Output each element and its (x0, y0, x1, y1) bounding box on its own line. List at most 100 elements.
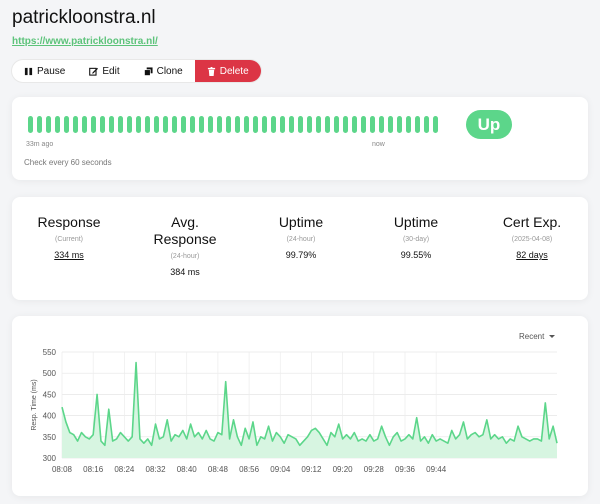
heartbeat-beat (406, 116, 411, 133)
clone-button-label: Clone (156, 65, 183, 77)
y-tick-label: 550 (43, 348, 57, 357)
heartbeat-beat (325, 116, 330, 133)
stat-title: Response (37, 214, 101, 230)
x-tick-label: 08:56 (239, 465, 260, 474)
heartbeat-beat (289, 116, 294, 133)
delete-button[interactable]: Delete (194, 60, 261, 82)
heartbeat-beat (82, 116, 87, 133)
x-tick-label: 08:40 (177, 465, 198, 474)
heartbeat-beat (253, 116, 258, 133)
x-tick-label: 08:24 (114, 465, 135, 474)
heartbeat-beat (307, 116, 312, 133)
heartbeat-beat (55, 116, 60, 133)
clone-icon (143, 66, 153, 76)
y-tick-label: 400 (43, 412, 57, 421)
monitor-title: patrickloonstra.nl (12, 7, 156, 28)
heartbeat-beat (388, 116, 393, 133)
heartbeat-beat (361, 116, 366, 133)
edit-button-label: Edit (102, 65, 120, 77)
y-tick-label: 500 (43, 369, 57, 378)
pause-button-label: Pause (37, 65, 66, 77)
heartbeat-beat (343, 116, 348, 133)
check-interval-text: Check every 60 seconds (24, 158, 112, 167)
heartbeat-beat (37, 116, 42, 133)
heartbeat-beat (163, 116, 168, 133)
heartbeat-bar (28, 116, 438, 133)
stat-value-link[interactable]: 334 ms (9, 250, 129, 260)
heartbeat-card (12, 97, 588, 180)
heartbeat-beat (172, 116, 177, 133)
heartbeat-beat (235, 116, 240, 133)
y-tick-label: 450 (43, 390, 57, 399)
stat-uptime-24h: Uptime (24-hour) 99.79% (241, 214, 361, 260)
stat-value: 99.79% (285, 250, 317, 260)
heartbeat-beat (298, 116, 303, 133)
x-tick-label: 08:48 (208, 465, 229, 474)
heartbeat-beat (91, 116, 96, 133)
heartbeat-beat (145, 116, 150, 133)
heartbeat-beat (136, 116, 141, 133)
stat-value: 384 ms (170, 267, 200, 277)
pause-button[interactable]: Pause (12, 60, 77, 82)
x-tick-label: 09:28 (364, 465, 385, 474)
period-select[interactable]: Recent (519, 332, 556, 341)
stat-subtitle: (24-hour) (286, 236, 316, 243)
x-tick-label: 08:32 (146, 465, 167, 474)
edit-button[interactable]: Edit (77, 60, 131, 82)
y-tick-label: 300 (43, 454, 57, 463)
stat-title: Cert Exp. (502, 214, 562, 230)
x-tick-label: 09:20 (333, 465, 354, 474)
heartbeat-beat (226, 116, 231, 133)
heartbeat-beat (244, 116, 249, 133)
heartbeat-end-time: now (372, 141, 385, 148)
stat-cert-expiry: Cert Exp. (2025-04-08) 82 days (472, 214, 592, 260)
action-button-group: Pause Edit Clone Delete (12, 60, 261, 82)
heartbeat-beat (100, 116, 105, 133)
heartbeat-beat (181, 116, 186, 133)
heartbeat-beat (154, 116, 159, 133)
heartbeat-beat (46, 116, 51, 133)
stat-subtitle: (2025-04-08) (511, 236, 553, 243)
heartbeat-beat (208, 116, 213, 133)
stat-title: Uptime (278, 214, 324, 230)
trash-icon (207, 66, 215, 76)
heartbeat-beat (190, 116, 195, 133)
stat-value: 99.55% (400, 250, 432, 260)
stat-response: Response (Current) 334 ms (9, 214, 129, 260)
heartbeat-beat (280, 116, 285, 133)
response-time-chart: 300 350 400 450 500 550 08:08 08:16 08:24 08:32 08… (31, 348, 558, 474)
delete-button-label: Delete (219, 65, 249, 77)
x-tick-label: 08:08 (52, 465, 73, 474)
monitor-url-link[interactable]: https://www.patrickloonstra.nl/ (12, 36, 158, 47)
x-tick-label: 08:16 (83, 465, 104, 474)
heartbeat-beat (379, 116, 384, 133)
stat-value-link[interactable]: 82 days (472, 250, 592, 260)
heartbeat-beat (262, 116, 267, 133)
stat-subtitle: (24-hour) (170, 253, 200, 260)
heartbeat-beat (352, 116, 357, 133)
heartbeat-beat (433, 116, 438, 133)
stat-title: Uptime (393, 214, 439, 230)
heartbeat-beat (397, 116, 402, 133)
heartbeat-beat (370, 116, 375, 133)
stat-uptime-30d: Uptime (30-day) 99.55% (356, 214, 476, 260)
x-tick-label: 09:44 (426, 465, 447, 474)
x-tick-label: 09:04 (270, 465, 291, 474)
heartbeat-beat (109, 116, 114, 133)
heartbeat-beat (28, 116, 33, 133)
heartbeat-start-time: 33m ago (26, 141, 54, 148)
stat-title: Avg. Response (153, 214, 217, 247)
status-badge: Up (466, 110, 512, 139)
y-axis-label: Resp. Time (ms) (31, 379, 38, 430)
heartbeat-beat (424, 116, 429, 133)
clone-button[interactable]: Clone (132, 60, 195, 82)
x-tick-label: 09:36 (395, 465, 416, 474)
heartbeat-beat (217, 116, 222, 133)
heartbeat-beat (334, 116, 339, 133)
y-tick-label: 350 (43, 433, 57, 442)
stat-subtitle: (30-day) (402, 236, 430, 243)
heartbeat-beat (415, 116, 420, 133)
stat-avg-response: Avg. Response (24-hour) 384 ms (125, 214, 245, 277)
heartbeat-beat (64, 116, 69, 133)
x-tick-label: 09:12 (301, 465, 322, 474)
